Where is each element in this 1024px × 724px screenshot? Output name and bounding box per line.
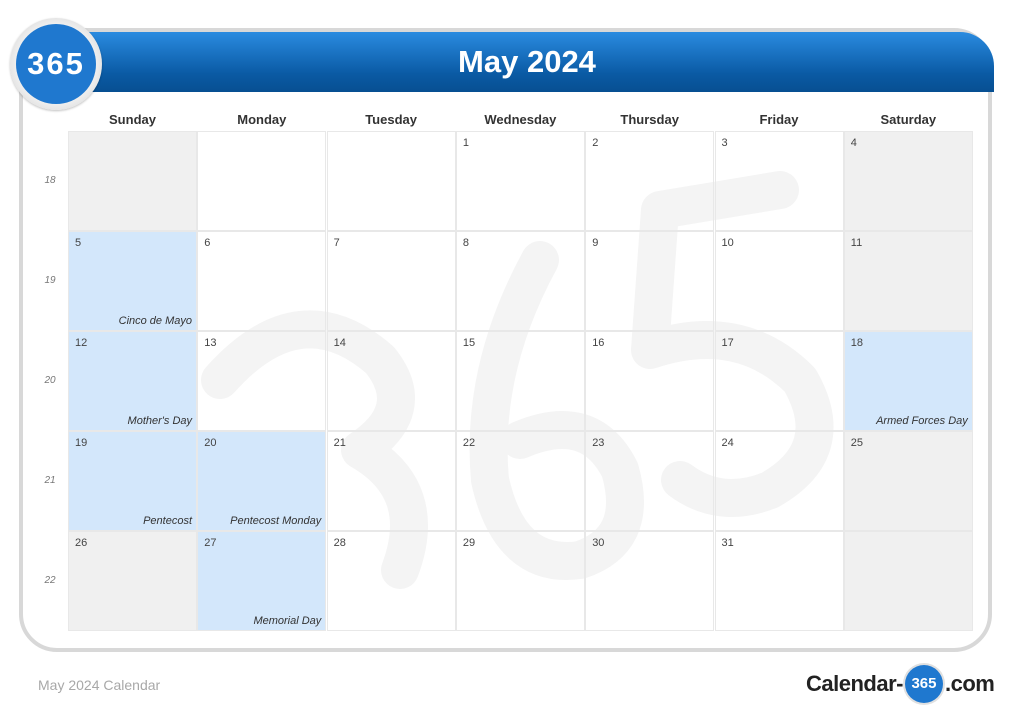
- empty-cell: [326, 131, 456, 231]
- day-cell-30[interactable]: 30: [585, 531, 715, 631]
- day-cell-8[interactable]: 8: [455, 231, 585, 331]
- day-number: 5: [75, 237, 82, 249]
- day-number: 18: [850, 337, 864, 349]
- day-number: 15: [462, 337, 476, 349]
- brand-logo[interactable]: Calendar- 365 .com: [806, 664, 995, 704]
- day-cell-14[interactable]: 14: [326, 331, 456, 431]
- day-cell-21[interactable]: 21: [326, 431, 456, 531]
- empty-cell: [68, 131, 197, 231]
- day-number: 31: [721, 537, 734, 549]
- holiday-label: Pentecost Monday: [230, 515, 322, 527]
- day-cell-28[interactable]: 28: [326, 531, 456, 631]
- week-number: 21: [44, 475, 56, 486]
- weekday-thursday: Thursday: [620, 112, 679, 127]
- day-cell-17[interactable]: 17: [714, 331, 844, 431]
- day-cell-31[interactable]: 31: [714, 531, 844, 631]
- month-banner: May 2024: [60, 32, 994, 92]
- day-cell-29[interactable]: 29: [455, 531, 585, 631]
- day-cell-10[interactable]: 10: [714, 231, 844, 331]
- day-cell-11[interactable]: 11: [843, 231, 973, 331]
- weekday-tuesday: Tuesday: [365, 112, 417, 127]
- holiday-label: Mother's Day: [127, 415, 192, 427]
- weekday-sunday: Sunday: [109, 112, 156, 127]
- day-cell-7[interactable]: 7: [326, 231, 456, 331]
- day-number: 21: [333, 437, 346, 449]
- day-cell-24[interactable]: 24: [714, 431, 844, 531]
- day-cell-4[interactable]: 4: [843, 131, 973, 231]
- weekday-friday: Friday: [759, 112, 799, 127]
- day-number: 11: [850, 237, 863, 249]
- brand-365-disc: 365: [904, 665, 943, 703]
- day-number: 20: [204, 437, 217, 449]
- day-cell-22[interactable]: 22: [455, 431, 585, 531]
- day-cell-15[interactable]: 15: [455, 331, 585, 431]
- day-number: 3: [721, 137, 728, 149]
- day-number: 26: [75, 537, 88, 549]
- day-number: 10: [721, 237, 734, 249]
- day-cell-18[interactable]: 18 Armed Forces Day: [843, 331, 973, 431]
- day-number: 7: [333, 237, 340, 249]
- logo-365: 365: [16, 24, 96, 104]
- day-number: 16: [592, 337, 605, 349]
- day-number: 6: [204, 237, 211, 249]
- day-cell-23[interactable]: 23: [585, 431, 715, 531]
- day-number: 2: [592, 137, 599, 149]
- empty-cell: [843, 531, 973, 631]
- empty-cell: [197, 131, 327, 231]
- week-number: 18: [44, 175, 56, 186]
- day-cell-20[interactable]: 20 Pentecost Monday: [197, 431, 327, 531]
- day-cell-12[interactable]: 12 Mother's Day: [68, 331, 197, 431]
- day-cell-26[interactable]: 26: [68, 531, 197, 631]
- holiday-label: Pentecost: [143, 515, 192, 527]
- day-cell-1[interactable]: 1: [455, 131, 585, 231]
- month-title: May 2024: [458, 44, 596, 79]
- holiday-label: Armed Forces Day: [876, 415, 968, 427]
- week-number: 19: [44, 275, 56, 286]
- day-cell-3[interactable]: 3: [714, 131, 844, 231]
- day-number: 4: [850, 137, 857, 149]
- day-cell-25[interactable]: 25: [843, 431, 973, 531]
- weekday-monday: Monday: [237, 112, 287, 127]
- day-number: 23: [592, 437, 605, 449]
- day-number: 25: [850, 437, 864, 449]
- day-cell-6[interactable]: 6: [197, 231, 327, 331]
- day-cell-27[interactable]: 27 Memorial Day: [197, 531, 327, 631]
- day-number: 17: [721, 337, 734, 349]
- day-number: 13: [204, 337, 217, 349]
- footer-title: May 2024 Calendar: [38, 677, 161, 693]
- day-number: 28: [333, 537, 346, 549]
- weekday-saturday: Saturday: [880, 112, 937, 127]
- day-number: 8: [462, 237, 470, 249]
- day-cell-2[interactable]: 2: [585, 131, 715, 231]
- weekday-wednesday: Wednesday: [484, 112, 557, 127]
- day-cell-13[interactable]: 13: [197, 331, 327, 431]
- day-number: 9: [592, 237, 599, 249]
- brand-prefix: Calendar-: [806, 671, 903, 696]
- day-number: 29: [462, 537, 476, 549]
- day-number: 1: [462, 137, 470, 149]
- day-cell-5[interactable]: 5 Cinco de Mayo: [68, 231, 197, 331]
- day-number: 30: [592, 537, 605, 549]
- week-number: 22: [44, 575, 56, 586]
- day-cell-9[interactable]: 9: [585, 231, 715, 331]
- day-cell-16[interactable]: 16: [585, 331, 715, 431]
- day-number: 24: [721, 437, 734, 449]
- day-number: 12: [75, 337, 88, 349]
- brand-suffix: .com: [944, 671, 995, 696]
- day-number: 22: [462, 437, 476, 449]
- week-number: 20: [44, 375, 56, 386]
- day-number: 27: [204, 537, 217, 549]
- day-number: 14: [333, 337, 346, 349]
- holiday-label: Memorial Day: [253, 615, 322, 627]
- day-cell-19[interactable]: 19 Pentecost: [68, 431, 197, 531]
- day-number: 19: [75, 437, 88, 449]
- holiday-label: Cinco de Mayo: [118, 315, 192, 327]
